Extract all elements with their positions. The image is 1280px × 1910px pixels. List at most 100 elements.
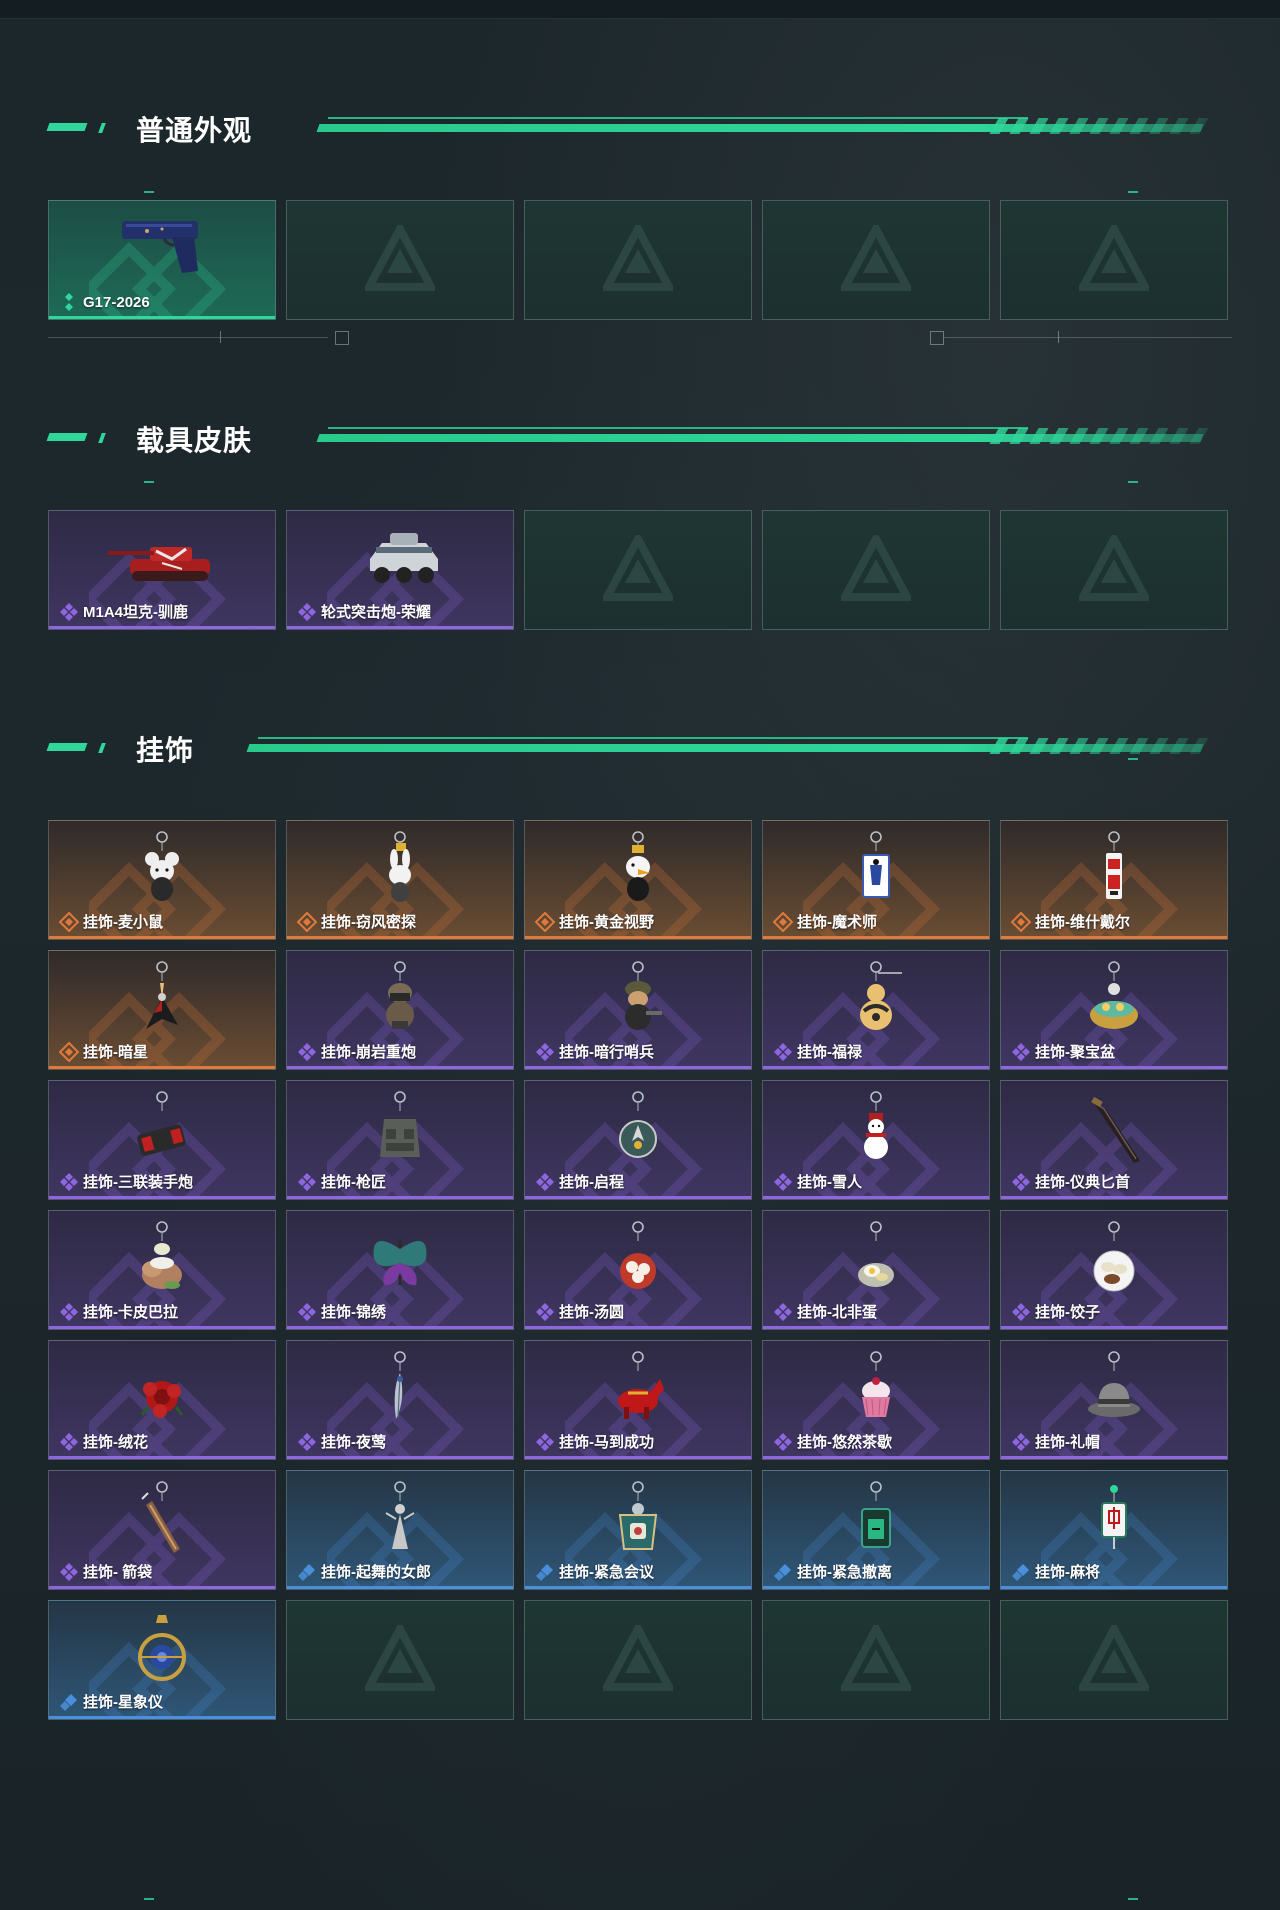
item-card[interactable]: M1A4坦克-驯鹿 bbox=[48, 510, 276, 630]
item-name: 挂饰-饺子 bbox=[1035, 1304, 1100, 1321]
item-card[interactable]: 挂饰-启程 bbox=[524, 1080, 752, 1200]
section-charms: 挂饰 挂饰-麦小鼠 挂饰-窃风密探 挂饰-黄金视野 挂饰-魔术师 挂饰-维什戴尔挂饰-暗… bbox=[46, 726, 1232, 1720]
item-card[interactable]: 挂饰- 箭袋 bbox=[48, 1470, 276, 1590]
item-label: 轮式突击炮-荣耀 bbox=[297, 601, 431, 622]
item-card[interactable]: 挂饰-绒花 bbox=[48, 1340, 276, 1460]
item-card[interactable]: 挂饰-仪典匕首 bbox=[1000, 1080, 1228, 1200]
item-card[interactable]: 挂饰-起舞的女郎 bbox=[286, 1470, 514, 1590]
rarity-purple-icon bbox=[1012, 1302, 1030, 1321]
rarity-blue-icon bbox=[1012, 1563, 1029, 1581]
item-card[interactable]: 挂饰-锦绣 bbox=[286, 1210, 514, 1330]
item-card[interactable]: 挂饰-卡皮巴拉 bbox=[48, 1210, 276, 1330]
item-card[interactable]: 挂饰-汤圆 bbox=[524, 1210, 752, 1330]
rarity-purple-icon bbox=[774, 1302, 792, 1321]
rarity-bar bbox=[763, 1326, 989, 1329]
empty-slot bbox=[524, 1600, 752, 1720]
placeholder-logo-icon bbox=[841, 225, 911, 291]
item-name: 挂饰-暗星 bbox=[83, 1044, 148, 1061]
item-name: 挂饰-启程 bbox=[559, 1174, 624, 1191]
item-label: 挂饰-紧急会议 bbox=[535, 1561, 654, 1582]
item-card[interactable]: 挂饰-夜莺 bbox=[286, 1340, 514, 1460]
item-name: 挂饰-麻将 bbox=[1035, 1564, 1100, 1581]
rarity-bar bbox=[287, 626, 513, 629]
item-card[interactable]: 挂饰-星象仪 bbox=[48, 1600, 276, 1720]
section-title: 载具皮肤 bbox=[136, 425, 253, 456]
item-label: 挂饰- 箭袋 bbox=[59, 1561, 152, 1582]
item-label: 挂饰-聚宝盆 bbox=[1011, 1041, 1115, 1062]
item-name: 挂饰-三联装手炮 bbox=[83, 1174, 193, 1191]
item-card[interactable]: 挂饰-雪人 bbox=[762, 1080, 990, 1200]
tick-mark bbox=[1128, 758, 1138, 760]
section-title: 普通外观 bbox=[136, 115, 253, 146]
header-dash bbox=[46, 123, 88, 131]
header-dash bbox=[98, 433, 106, 443]
cupcake-charm-icon bbox=[862, 1351, 890, 1417]
item-name: 轮式突击炮-荣耀 bbox=[321, 604, 431, 621]
item-name: 挂饰-枪匠 bbox=[321, 1174, 386, 1191]
item-label: G17-2026 bbox=[59, 292, 150, 312]
item-card[interactable]: 挂饰-礼帽 bbox=[1000, 1340, 1228, 1460]
divider-line bbox=[944, 337, 1232, 338]
item-card[interactable]: 挂饰-麻将 bbox=[1000, 1470, 1228, 1590]
item-card[interactable]: 挂饰-福禄 bbox=[762, 950, 990, 1070]
rarity-bar bbox=[763, 1196, 989, 1199]
rarity-bar bbox=[525, 1586, 751, 1589]
item-card[interactable]: 挂饰-马到成功 bbox=[524, 1340, 752, 1460]
item-card[interactable]: 挂饰-窃风密探 bbox=[286, 820, 514, 940]
item-card[interactable]: 挂饰-黄金视野 bbox=[524, 820, 752, 940]
item-label: 挂饰-饺子 bbox=[1011, 1301, 1100, 1322]
divider-mark bbox=[220, 331, 221, 343]
rarity-bar bbox=[287, 1066, 513, 1069]
rarity-bar bbox=[1001, 1456, 1227, 1459]
item-card[interactable]: 挂饰-三联装手炮 bbox=[48, 1080, 276, 1200]
rarity-purple-icon bbox=[536, 1302, 554, 1321]
tick-mark bbox=[144, 1898, 154, 1900]
rarity-blue-icon bbox=[536, 1563, 553, 1581]
item-name: M1A4坦克-驯鹿 bbox=[83, 604, 189, 621]
empty-slot bbox=[286, 200, 514, 320]
item-card[interactable]: 挂饰-暗行哨兵 bbox=[524, 950, 752, 1070]
placeholder-logo-icon bbox=[841, 535, 911, 601]
item-card[interactable]: 挂饰-聚宝盆 bbox=[1000, 950, 1228, 1070]
divider-line bbox=[48, 337, 328, 338]
rarity-bar bbox=[763, 936, 989, 939]
item-card[interactable]: 挂饰-悠然茶歇 bbox=[762, 1340, 990, 1460]
section-header: 普通外观 bbox=[46, 106, 1232, 150]
placeholder-logo-icon bbox=[603, 1625, 673, 1691]
item-name: 挂饰-魔术师 bbox=[797, 914, 877, 931]
item-card[interactable]: 挂饰-紧急会议 bbox=[524, 1470, 752, 1590]
item-card[interactable]: 挂饰-北非蛋 bbox=[762, 1210, 990, 1330]
empty-slot bbox=[762, 1600, 990, 1720]
item-card[interactable]: 挂饰-暗星 bbox=[48, 950, 276, 1070]
item-name: 挂饰-聚宝盆 bbox=[1035, 1044, 1115, 1061]
item-name: 挂饰-锦绣 bbox=[321, 1304, 386, 1321]
item-label: 挂饰-三联装手炮 bbox=[59, 1171, 193, 1192]
rarity-bar bbox=[525, 1066, 751, 1069]
item-card[interactable]: 挂饰-枪匠 bbox=[286, 1080, 514, 1200]
item-label: M1A4坦克-驯鹿 bbox=[59, 601, 188, 622]
item-card[interactable]: 挂饰-紧急撤离 bbox=[762, 1470, 990, 1590]
item-label: 挂饰-紧急撤离 bbox=[773, 1561, 892, 1582]
item-label: 挂饰-崩岩重炮 bbox=[297, 1041, 416, 1062]
item-label: 挂饰-黄金视野 bbox=[535, 911, 654, 932]
item-label: 挂饰-枪匠 bbox=[297, 1171, 386, 1192]
header-checker bbox=[989, 118, 1209, 134]
rarity-bar bbox=[763, 1066, 989, 1069]
item-card[interactable]: 挂饰-维什戴尔 bbox=[1000, 820, 1228, 940]
item-name: 挂饰-北非蛋 bbox=[797, 1304, 877, 1321]
item-card[interactable]: 挂饰-魔术师 bbox=[762, 820, 990, 940]
tangyuan-charm-icon bbox=[620, 1221, 656, 1289]
item-card[interactable]: 挂饰-饺子 bbox=[1000, 1210, 1228, 1330]
rarity-bar bbox=[525, 1456, 751, 1459]
page-background: 普通外观 G17-2026 载具皮肤 M1A4坦克-驯鹿 轮式突击炮-荣耀 挂饰… bbox=[0, 0, 1280, 1910]
rarity-purple-icon bbox=[1012, 1042, 1030, 1061]
item-grid: G17-2026 bbox=[48, 200, 1228, 320]
item-card[interactable]: 挂饰-崩岩重炮 bbox=[286, 950, 514, 1070]
item-card[interactable]: G17-2026 bbox=[48, 200, 276, 320]
section-title: 挂饰 bbox=[136, 735, 195, 766]
item-card[interactable]: 轮式突击炮-荣耀 bbox=[286, 510, 514, 630]
item-card[interactable]: 挂饰-麦小鼠 bbox=[48, 820, 276, 940]
mouse-charm-icon bbox=[145, 831, 179, 901]
rarity-bar bbox=[49, 626, 275, 629]
empty-slot bbox=[524, 200, 752, 320]
